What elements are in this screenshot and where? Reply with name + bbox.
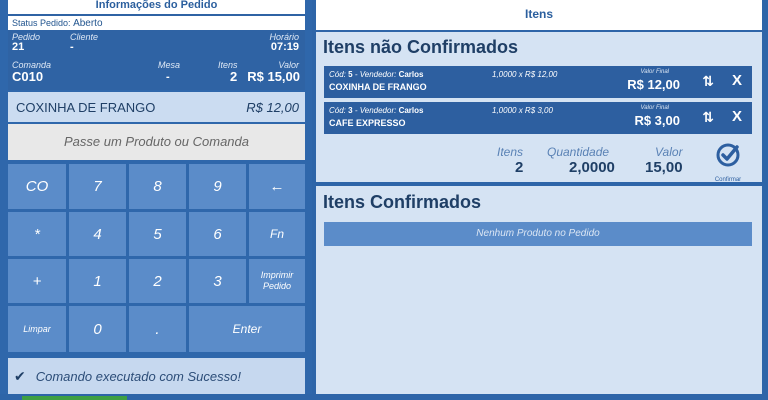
key-enter[interactable]: Enter — [189, 306, 305, 352]
key-plus[interactable]: + — [8, 259, 66, 303]
status-message-text: Comando executado com Sucesso! — [35, 368, 241, 384]
key-9[interactable]: 9 — [189, 164, 246, 209]
check-icon: ✔ — [14, 367, 26, 384]
comanda-value: C010 — [12, 69, 44, 84]
key-print-order[interactable]: Imprimir Pedido — [249, 259, 305, 303]
item-final-value: R$ 3,00 — [634, 113, 680, 128]
item-meta: Cód: 3 - Vendedor: Carlos — [329, 106, 423, 115]
confirmed-title: Itens Confirmados — [323, 192, 482, 212]
status-message: ✔ Comando executado com Sucesso! — [8, 358, 305, 394]
item-qty-price: 1,0000 x R$ 3,00 — [492, 106, 553, 115]
item-name: COXINHA DE FRANGO — [329, 82, 427, 92]
mesa-value: - — [166, 71, 170, 83]
item-code-label: Cód: — [329, 106, 346, 115]
cliente-value: - — [70, 41, 74, 53]
totals-itens-label: Itens — [497, 145, 524, 159]
item-code: 5 — [348, 70, 353, 79]
status-label: Status Pedido: — [12, 18, 71, 28]
totals-quantidade-value: 2,0000 — [569, 159, 615, 176]
unconfirmed-title: Itens não Confirmados — [323, 37, 519, 57]
totals-valor-label: Valor — [655, 145, 683, 159]
key-1[interactable]: 1 — [69, 259, 126, 303]
key-3[interactable]: 3 — [189, 259, 246, 303]
confirm-check-icon — [716, 143, 740, 167]
order-panel: Informações do Pedido Status Pedido: Abe… — [0, 0, 312, 394]
confirm-label: Confirmar — [714, 177, 742, 183]
totals-quantidade-label: Quantidade — [547, 145, 610, 159]
key-print-line2: Pedido — [262, 281, 292, 291]
itens-value: 2 — [230, 69, 238, 84]
item-seller-label: - Vendedor: — [354, 106, 397, 115]
items-panel: Itens Itens não Confirmados Cód: 5 - Ven… — [316, 0, 762, 394]
item-final-label: Valor Final — [640, 105, 669, 111]
unconfirmed-item[interactable]: Cód: 3 - Vendedor: Carlos CAFE EXPRESSO … — [324, 102, 752, 134]
status-value: Aberto — [73, 18, 103, 29]
success-strip — [22, 396, 127, 400]
product-input[interactable]: Passe um Produto ou Comanda — [8, 124, 305, 160]
key-6[interactable]: 6 — [189, 212, 246, 256]
current-product-price: R$ 12,00 — [246, 100, 299, 115]
key-4[interactable]: 4 — [69, 212, 126, 256]
totals-valor-value: 15,00 — [645, 159, 683, 176]
item-seller: Carlos — [398, 106, 424, 115]
item-code-label: Cód: — [329, 70, 346, 79]
unconfirmed-item[interactable]: Cód: 5 - Vendedor: Carlos COXINHA DE FRA… — [324, 66, 752, 98]
item-final-label: Valor Final — [640, 69, 669, 75]
swap-icon[interactable]: ⇅ — [702, 73, 714, 90]
item-meta: Cód: 5 - Vendedor: Carlos — [329, 70, 423, 79]
mesa-label: Mesa — [158, 60, 181, 70]
key-5[interactable]: 5 — [129, 212, 186, 256]
current-product: COXINHA DE FRANGO R$ 12,00 — [8, 92, 305, 122]
key-7[interactable]: 7 — [69, 164, 126, 209]
key-fn[interactable]: Fn — [249, 212, 305, 256]
delete-icon[interactable]: X — [732, 72, 742, 89]
key-clear[interactable]: Limpar — [8, 306, 66, 352]
items-panel-title: Itens — [316, 0, 762, 30]
item-code: 3 — [348, 106, 353, 115]
swap-icon[interactable]: ⇅ — [702, 109, 714, 126]
key-backspace[interactable]: ← — [249, 164, 305, 209]
order-status: Status Pedido: Aberto — [8, 16, 305, 30]
item-name: CAFE EXPRESSO — [329, 118, 406, 128]
item-seller: Carlos — [398, 70, 424, 79]
key-8[interactable]: 8 — [129, 164, 186, 209]
key-dot[interactable]: . — [129, 306, 186, 352]
totals-itens-value: 2 — [515, 159, 524, 176]
order-panel-title: Informações do Pedido — [8, 0, 305, 14]
key-2[interactable]: 2 — [129, 259, 186, 303]
current-product-name: COXINHA DE FRANGO — [16, 100, 156, 115]
valor-value: R$ 15,00 — [247, 69, 300, 84]
key-0[interactable]: 0 — [69, 306, 126, 352]
keypad: CO 7 8 9 ← * 4 5 6 Fn + 1 2 3 Imprimir P… — [8, 164, 305, 352]
order-info: Status Pedido: Aberto Pedido 21 Cliente … — [8, 14, 305, 90]
key-star[interactable]: * — [8, 212, 66, 256]
item-seller-label: - Vendedor: — [354, 70, 397, 79]
key-co[interactable]: CO — [8, 164, 66, 209]
cliente-label: Cliente — [70, 32, 99, 42]
key-print-line1: Imprimir — [260, 270, 294, 280]
unconfirmed-section: Itens não Confirmados Cód: 5 - Vendedor:… — [316, 32, 762, 183]
item-qty-price: 1,0000 x R$ 12,00 — [492, 70, 558, 79]
confirmed-section: Itens Confirmados Nenhum Produto no Pedi… — [316, 186, 762, 394]
item-final-value: R$ 12,00 — [627, 77, 680, 92]
empty-items-message: Nenhum Produto no Pedido — [324, 222, 752, 246]
confirm-button[interactable]: Confirmar — [706, 142, 750, 183]
delete-icon[interactable]: X — [732, 108, 742, 125]
horario-value: 07:19 — [270, 41, 299, 53]
pedido-value: 21 — [12, 41, 25, 53]
